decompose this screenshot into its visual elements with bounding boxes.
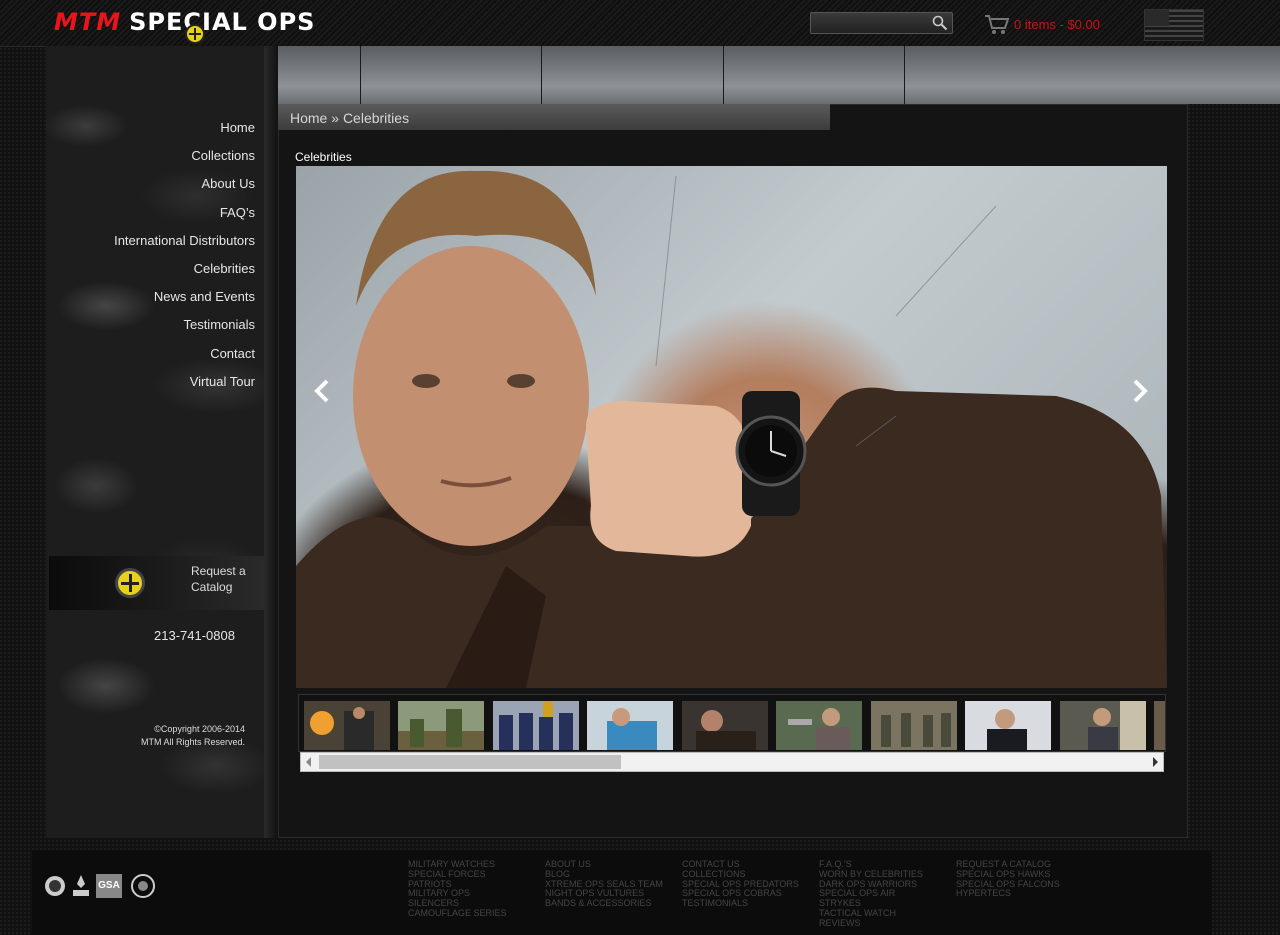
breadcrumb-home-link[interactable]: Home [290, 110, 327, 126]
nav-virtual-tour[interactable]: Virtual Tour [114, 368, 255, 396]
logo-compass-icon [185, 24, 205, 44]
thumbnail-9[interactable] [1060, 701, 1146, 750]
thumbnail-8[interactable] [965, 701, 1051, 750]
request-catalog-label: Request a Catalog [191, 563, 261, 595]
shopping-cart-icon[interactable] [983, 11, 1011, 37]
breadcrumb-separator: » [331, 110, 340, 126]
us-flag-icon [1144, 9, 1204, 41]
sidebar-edge [264, 46, 278, 838]
thumbnail-3[interactable] [493, 701, 579, 750]
emblem-seal-icon [131, 874, 155, 898]
thumbnail-1[interactable] [304, 701, 390, 750]
logo-special-ops-text: SPECIAL OPS [129, 8, 316, 36]
nav-celebrities[interactable]: Celebrities [114, 255, 255, 283]
header-banner [278, 46, 1280, 166]
copyright-line-1: ©Copyright 2006-2014 [154, 724, 245, 734]
search-icon[interactable] [932, 15, 948, 31]
footer-col-1: MILITARY WATCHES SPECIAL FORCES PATRIOTS… [408, 859, 507, 919]
catalog-line-1: Request a [191, 564, 246, 578]
copyright-line-2: MTM All Rights Reserved. [140, 737, 245, 747]
thumbnail-10[interactable] [1154, 701, 1166, 750]
nav-faqs[interactable]: FAQ’s [114, 199, 255, 227]
thumbnail-6[interactable] [776, 701, 862, 750]
phone-number: 213-741-0808 [154, 628, 235, 643]
footer-link[interactable]: BANDS & ACCESSORIES [545, 898, 663, 909]
logo-mtm-text: MTM [54, 8, 122, 36]
scroll-left-arrow-icon[interactable] [306, 757, 311, 767]
footer-col-3: CONTACT US COLLECTIONS SPECIAL OPS PREDA… [682, 859, 799, 909]
footer-col-2: ABOUT US BLOG XTREME OPS SEALS TEAM NIGH… [545, 859, 663, 909]
nav-testimonials[interactable]: Testimonials [114, 311, 255, 339]
thumbnail-7[interactable] [871, 701, 957, 750]
nav-international-distributors[interactable]: International Distributors [114, 227, 255, 255]
slide-prev-arrow-icon[interactable] [312, 378, 332, 404]
copyright: ©Copyright 2006-2014 MTM All Rights Rese… [141, 723, 245, 749]
footer-link[interactable]: TESTIMONIALS [682, 898, 799, 909]
compass-badge-icon [115, 568, 145, 598]
scrollbar-thumb[interactable] [319, 755, 621, 769]
footer-link[interactable]: REVIEWS [819, 918, 923, 929]
nav-home[interactable]: Home [114, 114, 255, 142]
nav-collections[interactable]: Collections [114, 142, 255, 170]
page-title: Celebrities [295, 150, 352, 164]
catalog-line-2: Catalog [191, 580, 233, 594]
thumbnail-4[interactable] [587, 701, 673, 750]
sidebar: Home Collections About Us FAQ’s Internat… [46, 46, 264, 838]
main-navigation: Home Collections About Us FAQ’s Internat… [114, 114, 255, 396]
seal-round-icon [45, 876, 65, 896]
bbb-seal-icon [73, 875, 89, 896]
thumbnail-scrollbar[interactable] [300, 752, 1164, 772]
footer-col-4: F.A.Q.'S WORN BY CELEBRITIES DARK OPS WA… [819, 859, 923, 929]
thumbnail-2[interactable] [398, 701, 484, 750]
breadcrumb: Home » Celebrities [290, 110, 409, 126]
nav-contact[interactable]: Contact [114, 340, 255, 368]
footer-link[interactable]: HYPERTECS [956, 889, 1060, 899]
slide-photo [296, 170, 1167, 688]
nav-news-and-events[interactable]: News and Events [114, 283, 255, 311]
slide-next-arrow-icon[interactable] [1130, 378, 1150, 404]
footer-link[interactable]: CAMOUFLAGE SERIES [408, 908, 507, 919]
celebrity-slide-image [296, 166, 1167, 688]
thumbnail-5[interactable] [682, 701, 768, 750]
thumbnail-strip [298, 694, 1166, 752]
nav-about-us[interactable]: About Us [114, 170, 255, 198]
scroll-right-arrow-icon[interactable] [1153, 757, 1158, 767]
gsa-seal-icon: GSA [96, 874, 122, 898]
search-input[interactable] [810, 12, 953, 34]
request-catalog-button[interactable]: Request a Catalog [49, 556, 264, 610]
footer-col-5: REQUEST A CATALOG SPECIAL OPS HAWKS SPEC… [956, 859, 1060, 899]
cart-summary-link[interactable]: 0 items - $0.00 [1014, 17, 1100, 32]
breadcrumb-current: Celebrities [342, 110, 410, 126]
